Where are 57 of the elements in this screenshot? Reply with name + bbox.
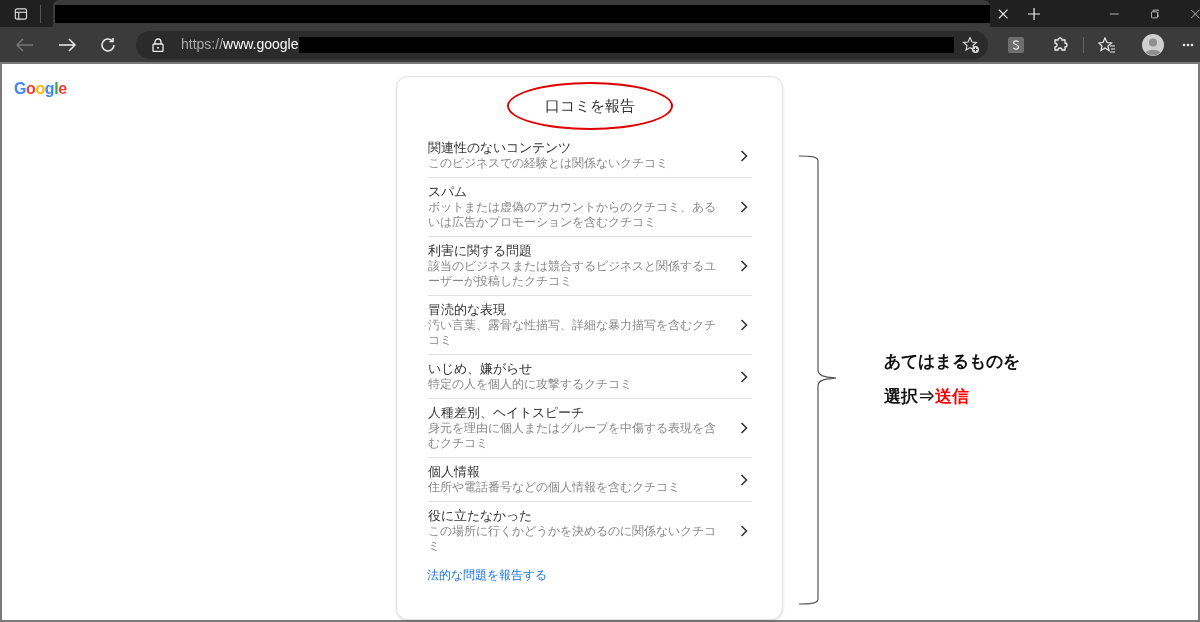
lock-icon	[152, 37, 164, 52]
add-favorite-icon[interactable]	[961, 35, 980, 54]
option-title: 冒涜的な表現	[427, 302, 507, 318]
forward-icon[interactable]	[58, 37, 76, 52]
back-icon[interactable]	[16, 37, 34, 52]
url-text: https://	[181, 35, 224, 54]
chevron-right-icon	[739, 473, 748, 486]
close-window-icon[interactable]	[1191, 8, 1200, 19]
option-description: 身元を理由に個人またはグループを中傷する表現を含むクチコミ	[427, 421, 717, 451]
option-description: 住所や電話番号などの個人情報を含むクチコミ	[427, 480, 681, 495]
option-title: スパム	[427, 184, 468, 200]
favorites-icon[interactable]	[1098, 36, 1116, 53]
report-option[interactable]: 個人情報 住所や電話番号などの個人情報を含むクチコミ	[427, 458, 752, 502]
option-description: この場所に行くかどうかを決めるのに関係ないクチコミ	[427, 524, 717, 554]
url-text: www.google	[223, 35, 299, 54]
report-option[interactable]: 人種差別、ヘイトスピーチ 身元を理由に個人またはグループを中傷する表現を含むクチコミ	[427, 399, 752, 458]
option-title: 個人情報	[427, 464, 481, 480]
address-bar[interactable]: https://www.google	[136, 30, 988, 59]
chevron-right-icon	[739, 319, 748, 331]
option-title: 人種差別、ヘイトスピーチ	[427, 405, 585, 421]
chevron-right-icon	[739, 149, 748, 162]
legal-issue-link[interactable]: 法的な問題を報告する	[427, 566, 547, 584]
option-description: このビジネスでの経験とは関係ないクチコミ	[427, 156, 669, 171]
close-tab-icon[interactable]	[997, 7, 1009, 20]
annotation-text: あてはまるものを	[884, 351, 1020, 373]
new-tab-icon[interactable]	[1028, 6, 1041, 21]
option-title: 関連性のないコンテンツ	[427, 140, 572, 156]
refresh-icon[interactable]	[100, 36, 116, 53]
annotation-highlight: 送信	[935, 385, 969, 408]
option-title: 利害に関する問題	[427, 243, 533, 259]
dialog-title: 口コミを報告	[544, 95, 635, 116]
option-description: ボットまたは虚偽のアカウントからのクチコミ、あるいは広告かプロモーションを含むクチコミ	[427, 200, 717, 230]
minimize-icon[interactable]	[1110, 12, 1119, 15]
chevron-right-icon	[739, 370, 748, 383]
chevron-right-icon	[739, 201, 748, 213]
chevron-right-icon	[739, 260, 748, 272]
extension-icon[interactable]	[1008, 36, 1024, 53]
chevron-right-icon	[739, 422, 748, 434]
report-option[interactable]: 関連性のないコンテンツ このビジネスでの経験とは関係ないクチコミ	[427, 134, 752, 178]
option-title: いじめ、嫌がらせ	[427, 361, 533, 377]
option-description: 特定の人を個人的に攻撃するクチコミ	[427, 377, 633, 392]
option-description: 該当のビジネスまたは競合するビジネスと関係するユーザーが投稿したクチコミ	[427, 259, 717, 289]
report-option[interactable]: 冒涜的な表現 汚い言葉、露骨な性描写、詳細な暴力描写を含むクチコミ	[427, 296, 752, 355]
more-icon[interactable]	[1182, 42, 1194, 47]
annotation-text: 選択⇒	[884, 385, 935, 408]
tab-actions-icon[interactable]	[14, 5, 28, 22]
profile-avatar-icon[interactable]	[1142, 33, 1164, 56]
puzzle-icon[interactable]	[1052, 36, 1069, 53]
chevron-right-icon	[739, 525, 748, 537]
google-logo: Google	[14, 79, 67, 99]
restore-icon[interactable]	[1150, 8, 1160, 19]
report-option[interactable]: いじめ、嫌がらせ 特定の人を個人的に攻撃するクチコミ	[427, 355, 752, 399]
report-option[interactable]: 役に立たなかった この場所に行くかどうかを決めるのに関係ないクチコミ	[427, 502, 752, 560]
option-description: 汚い言葉、露骨な性描写、詳細な暴力描写を含むクチコミ	[427, 318, 717, 348]
option-title: 役に立たなかった	[427, 508, 533, 524]
report-option[interactable]: 利害に関する問題 該当のビジネスまたは競合するビジネスと関係するユーザーが投稿したクチコミ	[427, 237, 752, 296]
report-option[interactable]: スパム ボットまたは虚偽のアカウントからのクチコミ、あるいは広告かプロモーションを含むクチコミ	[427, 178, 752, 237]
